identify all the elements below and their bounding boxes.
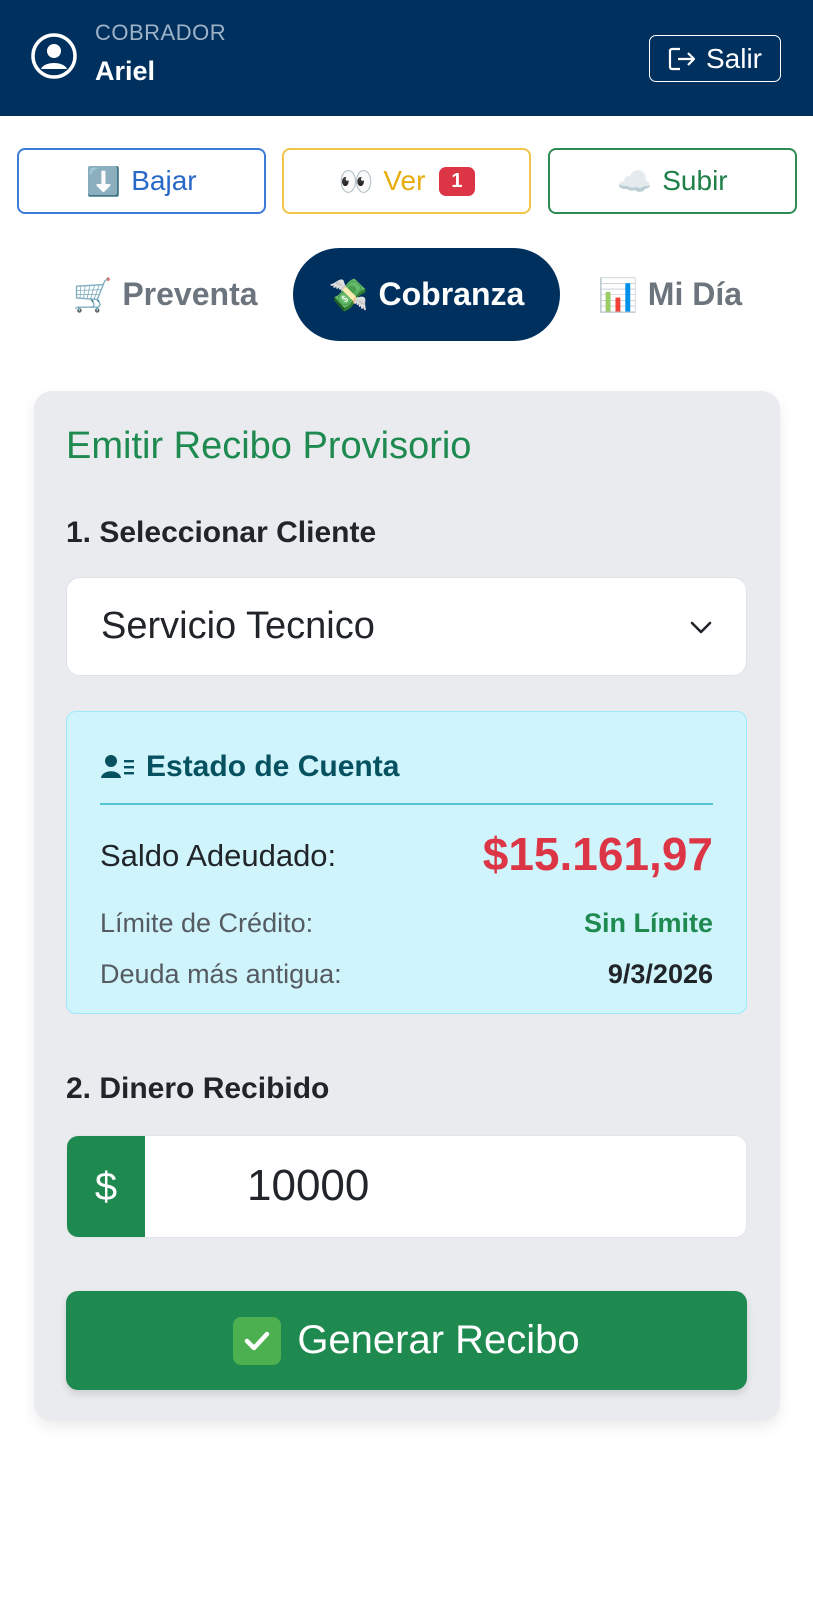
pending-count-badge: 1 (439, 166, 475, 196)
chevron-down-icon (690, 621, 712, 634)
oldest-debt-label: Deuda más antigua: (100, 959, 342, 989)
money-wings-icon: 💸 (328, 275, 369, 314)
cart-icon: 🛒 (72, 275, 113, 314)
generate-receipt-button[interactable]: Generar Recibo (66, 1291, 747, 1390)
account-divider (100, 803, 713, 805)
tab-label: Cobranza (378, 276, 525, 312)
tab-label: Mi Día (647, 276, 743, 312)
account-title-text: Estado de Cuenta (146, 750, 400, 783)
logout-icon (668, 47, 696, 70)
view-label: Ver (383, 165, 426, 196)
view-button[interactable]: 👀 Ver 1 (282, 148, 531, 214)
money-received-label: 2. Dinero Recibido (66, 1072, 330, 1105)
balance-label: Saldo Adeudado: (100, 838, 337, 873)
cloud-icon: ☁️ (617, 164, 653, 198)
currency-prefix: $ (67, 1136, 145, 1237)
down-arrow-icon: ⬇️ (86, 164, 122, 198)
selected-client: Servicio Tecnico (101, 605, 375, 647)
tab-preventa[interactable]: 🛒 Preventa (60, 248, 270, 341)
tab-label: Preventa (122, 276, 258, 312)
download-button[interactable]: ⬇️ Bajar (17, 148, 266, 214)
check-mark-icon (233, 1316, 282, 1365)
user-circle-icon (31, 33, 77, 79)
amount-input-group: $ (66, 1135, 747, 1238)
card-title: Emitir Recibo Provisorio (66, 425, 472, 467)
amount-input[interactable] (145, 1136, 746, 1236)
account-status-panel: Estado de Cuenta Saldo Adeudado: $15.161… (66, 711, 747, 1014)
credit-limit-label: Límite de Crédito: (100, 908, 314, 938)
client-select[interactable]: Servicio Tecnico (66, 577, 747, 676)
user-role: COBRADOR (95, 20, 227, 45)
generate-label: Generar Recibo (297, 1318, 580, 1362)
logout-label: Salir (705, 42, 762, 74)
select-client-label: 1. Seleccionar Cliente (66, 516, 377, 549)
tab-cobranza[interactable]: 💸 Cobranza (293, 248, 560, 341)
upload-label: Subir (662, 165, 728, 196)
download-label: Bajar (131, 165, 197, 196)
tab-mi-dia[interactable]: 📊 Mi Día (585, 248, 755, 341)
upload-button[interactable]: ☁️ Subir (548, 148, 797, 214)
app-header: COBRADOR Ariel Salir (0, 0, 813, 116)
account-status-title: Estado de Cuenta (100, 750, 399, 784)
user-list-icon (101, 755, 134, 778)
bar-chart-icon: 📊 (597, 275, 638, 314)
oldest-debt-value: 9/3/2026 (607, 959, 713, 989)
credit-limit-value: Sin Límite (583, 908, 713, 938)
logout-button[interactable]: Salir (649, 35, 781, 82)
user-name: Ariel (95, 56, 156, 86)
eyes-icon: 👀 (338, 164, 374, 198)
balance-value: $15.161,97 (482, 828, 713, 880)
